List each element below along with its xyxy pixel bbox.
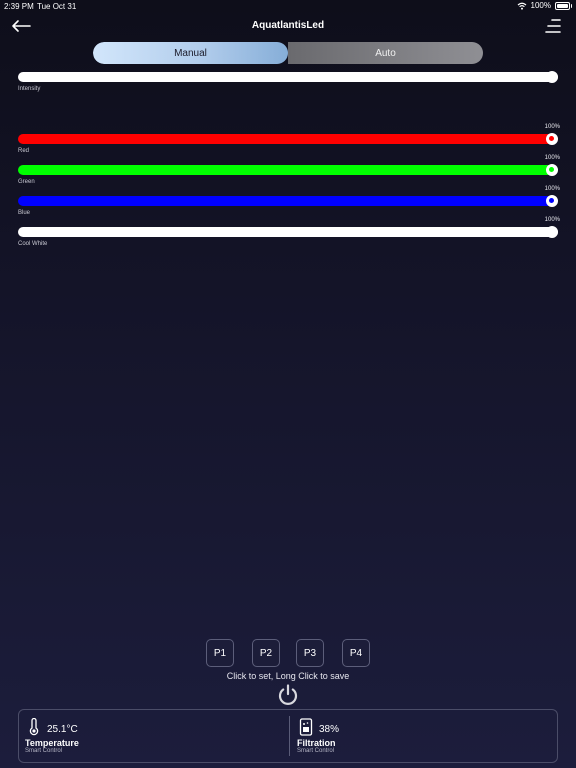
filtration-value: 38% bbox=[319, 724, 340, 735]
cool-white-thumb[interactable] bbox=[546, 226, 558, 238]
red-label: Red bbox=[18, 148, 30, 154]
temperature-subtitle: Smart Control bbox=[25, 748, 63, 754]
green-value: 100% bbox=[544, 155, 560, 161]
cool-white-track bbox=[18, 227, 558, 237]
green-slider[interactable] bbox=[18, 164, 558, 176]
green-thumb[interactable] bbox=[546, 164, 558, 176]
intensity-label: Intensity bbox=[18, 86, 41, 92]
cool-white-slider[interactable] bbox=[18, 226, 558, 238]
filtration-title: Filtration bbox=[297, 738, 336, 748]
thermometer-icon bbox=[29, 718, 39, 736]
filtration-subtitle: Smart Control bbox=[297, 748, 335, 754]
intensity-track bbox=[18, 72, 558, 82]
status-right: 100% bbox=[517, 1, 572, 10]
intensity-thumb[interactable] bbox=[546, 71, 558, 83]
mode-auto-tab[interactable]: Auto bbox=[288, 42, 483, 64]
battery-percent: 100% bbox=[530, 1, 551, 10]
power-icon[interactable] bbox=[276, 683, 300, 707]
red-thumb[interactable] bbox=[546, 133, 558, 145]
card-divider bbox=[289, 716, 290, 756]
page-title: AquatlantisLed bbox=[251, 20, 325, 31]
red-slider[interactable] bbox=[18, 133, 558, 145]
preset-p2-button[interactable]: P2 bbox=[252, 639, 280, 667]
red-value: 100% bbox=[544, 124, 560, 130]
filtration-icon bbox=[299, 718, 313, 736]
preset-p3-button[interactable]: P3 bbox=[296, 639, 324, 667]
status-bar: 2:39 PM Tue Oct 31 100% bbox=[0, 0, 576, 12]
temperature-value: 25.1°C bbox=[47, 724, 78, 735]
preset-buttons: P1 P2 P3 P4 bbox=[0, 639, 576, 667]
status-date: Tue Oct 31 bbox=[37, 2, 77, 11]
blue-value: 100% bbox=[544, 186, 560, 192]
cool-white-value: 100% bbox=[544, 217, 560, 223]
green-track bbox=[18, 165, 558, 175]
wifi-icon bbox=[517, 2, 526, 10]
blue-label: Blue bbox=[18, 210, 31, 216]
intensity-slider[interactable] bbox=[18, 71, 558, 83]
preset-p1-button[interactable]: P1 bbox=[206, 639, 234, 667]
cool-white-label: Cool White bbox=[18, 241, 48, 247]
blue-track bbox=[18, 196, 558, 206]
green-label: Green bbox=[18, 179, 35, 185]
preset-hint: Click to set, Long Click to save bbox=[226, 671, 350, 681]
menu-icon[interactable] bbox=[544, 17, 562, 35]
nav-bar: AquatlantisLed bbox=[0, 14, 576, 40]
preset-p4-button[interactable]: P4 bbox=[342, 639, 370, 667]
status-time: 2:39 PM bbox=[4, 2, 34, 11]
blue-slider[interactable] bbox=[18, 195, 558, 207]
temperature-title: Temperature bbox=[25, 738, 79, 748]
mode-segmented-control: Manual Auto bbox=[93, 42, 483, 64]
battery-icon bbox=[555, 1, 572, 10]
smart-control-card: 25.1°C Temperature Smart Control 38% Fil… bbox=[18, 709, 558, 763]
red-track bbox=[18, 134, 558, 144]
blue-thumb[interactable] bbox=[546, 195, 558, 207]
mode-manual-tab[interactable]: Manual bbox=[93, 42, 288, 64]
